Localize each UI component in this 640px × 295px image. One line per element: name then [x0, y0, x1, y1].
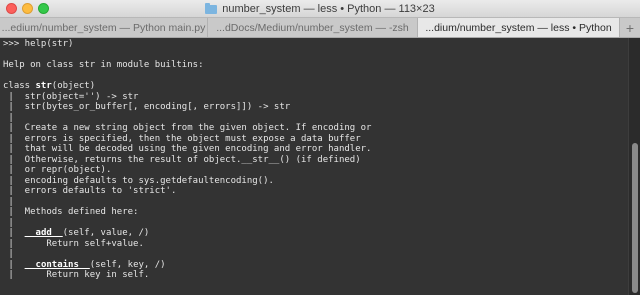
terminal-window: number_system — less • Python — 113×23 .…: [0, 0, 640, 295]
terminal-line: | Methods defined here:: [3, 207, 628, 218]
terminal-text: | Otherwise, returns the result of objec…: [3, 154, 361, 165]
terminal-text: __add__: [24, 228, 63, 238]
scrollbar-thumb[interactable]: [632, 143, 638, 293]
terminal-text: (self, value, /): [62, 228, 150, 238]
terminal-line: Help on class str in module builtins:: [3, 60, 628, 71]
terminal-line: | encoding defaults to sys.getdefaultenc…: [3, 176, 628, 187]
terminal-text: | errors is specified, then the object m…: [3, 133, 361, 144]
tab-label: ...edium/number_system — Python main.py: [1, 21, 206, 34]
terminal-text: | Methods defined here:: [3, 207, 139, 217]
terminal-text: |: [3, 196, 14, 207]
terminal-text: | Return self+value.: [3, 238, 144, 249]
new-tab-button[interactable]: +: [620, 18, 640, 37]
terminal-text: | Return key in self.: [3, 270, 150, 280]
tab-less-python[interactable]: ...dium/number_system — less • Python: [418, 18, 620, 37]
title-bar[interactable]: number_system — less • Python — 113×23: [0, 0, 640, 18]
terminal-line: | __contains__(self, key, /): [3, 260, 628, 271]
terminal-text: (self, key, /): [89, 259, 166, 270]
scrollbar[interactable]: [628, 38, 640, 295]
terminal-text: |: [3, 217, 14, 228]
tab-python-main[interactable]: ...edium/number_system — Python main.py: [0, 18, 208, 37]
terminal-text: | str(bytes_or_buffer[, encoding[, error…: [3, 102, 291, 112]
terminal-line: | Return self+value.: [3, 239, 628, 250]
terminal-line: | Return key in self.: [3, 270, 628, 281]
window-title: number_system — less • Python — 113×23: [222, 3, 435, 15]
terminal-text: | str(object='') -> str: [3, 91, 139, 102]
terminal-line: |: [3, 113, 628, 124]
terminal-text: __contains__: [24, 259, 90, 270]
terminal-text: |: [3, 112, 14, 123]
terminal-line: |: [3, 249, 628, 260]
tab-zsh[interactable]: ...dDocs/Medium/number_system — -zsh: [208, 18, 418, 37]
terminal-text: | Create a new string object from the gi…: [3, 123, 372, 133]
terminal-text: >>> help(str): [3, 39, 74, 49]
terminal-line: | or repr(object).: [3, 165, 628, 176]
terminal-line: | errors is specified, then the object m…: [3, 134, 628, 145]
plus-icon: +: [625, 19, 635, 36]
terminal-text: (object): [51, 81, 96, 91]
terminal-text: | that will be decoded using the given e…: [3, 144, 372, 154]
minimize-button[interactable]: [22, 3, 33, 14]
terminal-line: |: [3, 218, 628, 229]
terminal-text: | encoding defaults to sys.getdefaultenc…: [3, 175, 274, 186]
terminal-text: |: [3, 259, 25, 270]
terminal-line: | __add__(self, value, /): [3, 228, 628, 239]
terminal-line: | errors defaults to 'strict'.: [3, 186, 628, 197]
terminal-text: |: [3, 249, 14, 259]
terminal-line: | Otherwise, returns the result of objec…: [3, 155, 628, 166]
terminal-line: class str(object): [3, 81, 628, 92]
terminal-text: str: [35, 81, 52, 91]
terminal-text: Help on class str in module builtins:: [3, 60, 204, 70]
tab-bar: ...edium/number_system — Python main.py …: [0, 18, 640, 38]
terminal-text: | or repr(object).: [3, 165, 112, 175]
terminal-line: | Create a new string object from the gi…: [3, 123, 628, 134]
terminal-line: | str(bytes_or_buffer[, encoding[, error…: [3, 102, 628, 113]
maximize-button[interactable]: [38, 3, 49, 14]
close-button[interactable]: [6, 3, 17, 14]
terminal-text: |: [3, 228, 25, 238]
terminal-line: | str(object='') -> str: [3, 92, 628, 103]
terminal-text: | errors defaults to 'strict'.: [3, 186, 177, 196]
terminal-line: |: [3, 197, 628, 208]
window-title-container: number_system — less • Python — 113×23: [0, 0, 640, 18]
terminal-line: | that will be decoded using the given e…: [3, 144, 628, 155]
terminal-text: class: [3, 81, 36, 91]
folder-icon: [205, 2, 218, 14]
tab-label: ...dDocs/Medium/number_system — -zsh: [216, 21, 409, 34]
terminal-line: >>> help(str): [3, 39, 628, 50]
tab-label: ...dium/number_system — less • Python: [425, 21, 612, 34]
terminal-output[interactable]: >>> help(str) Help on class str in module…: [0, 38, 628, 295]
